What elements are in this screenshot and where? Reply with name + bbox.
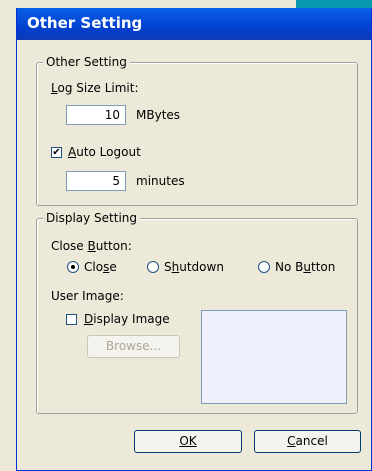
cancel-button[interactable]: Cancel <box>254 430 361 453</box>
radio-shutdown-label: Shutdown <box>164 260 224 274</box>
auto-logout-checkbox[interactable]: ✔ <box>51 147 62 158</box>
radio-shutdown[interactable] <box>147 261 159 273</box>
auto-logout-minutes-input[interactable]: 5 <box>66 171 126 191</box>
user-image-label: User Image: <box>51 289 124 303</box>
display-image-checkbox[interactable] <box>66 314 77 325</box>
dialog-title: Other Setting <box>27 14 143 32</box>
log-size-unit: MBytes <box>136 108 181 122</box>
log-size-label: Log Size Limit: <box>51 81 139 95</box>
auto-logout-unit: minutes <box>136 174 185 188</box>
auto-logout-label: Auto Logout <box>68 145 141 159</box>
radio-close[interactable] <box>67 261 79 273</box>
ok-button[interactable]: OK <box>134 430 242 453</box>
display-setting-group: Display Setting Close Button: Close Shut… <box>36 211 358 414</box>
cancel-label: Cancel <box>287 434 328 448</box>
other-setting-dialog: Other Setting Other Setting Log Size Lim… <box>16 8 372 471</box>
display-image-label: Display Image <box>84 312 170 326</box>
log-size-input[interactable]: 10 <box>66 105 126 125</box>
radio-no-button[interactable] <box>258 261 270 273</box>
browse-button[interactable]: Browse... <box>87 335 180 358</box>
dialog-title-bar[interactable]: Other Setting <box>17 8 371 40</box>
radio-close-label: Close <box>84 260 117 274</box>
radio-no-button-label: No Button <box>275 260 336 274</box>
user-image-preview <box>201 310 347 404</box>
background-app-left <box>0 0 17 471</box>
other-setting-legend: Other Setting <box>43 55 130 69</box>
display-setting-legend: Display Setting <box>43 211 141 225</box>
close-button-label: Close Button: <box>51 239 132 253</box>
other-setting-group: Other Setting Log Size Limit: 10 MBytes … <box>36 55 358 206</box>
